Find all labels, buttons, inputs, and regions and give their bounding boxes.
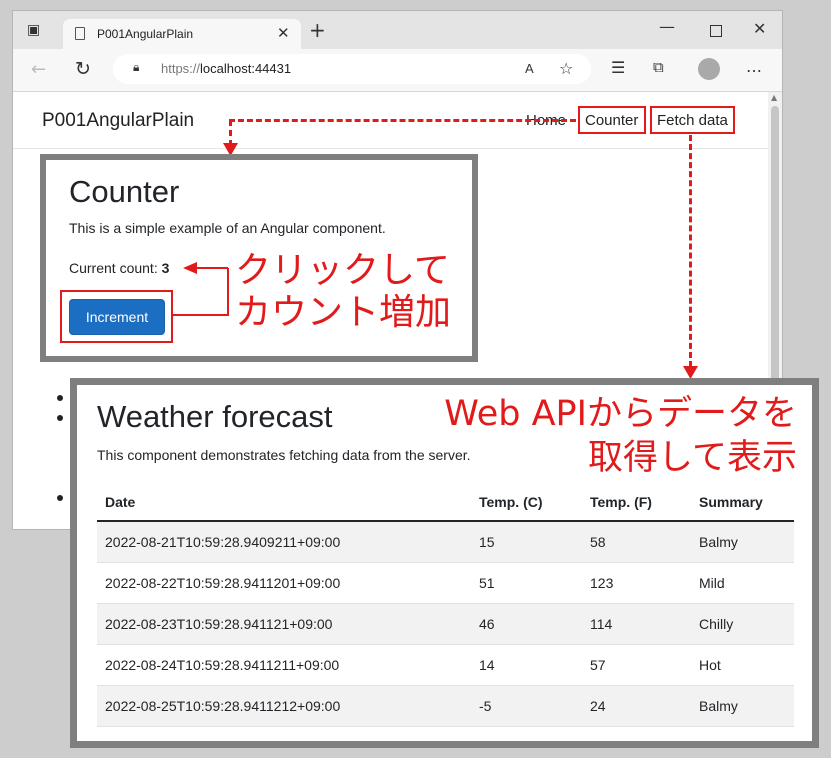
favorite-star-icon[interactable]: ☆ — [559, 59, 573, 78]
arrowhead-icon — [183, 262, 197, 274]
cell-temp-f: 114 — [590, 615, 613, 632]
minimize-icon[interactable]: — — [659, 17, 675, 36]
column-header-summary: Summary — [699, 493, 763, 510]
collections-icon[interactable]: ⧉ — [653, 58, 664, 76]
new-tab-icon[interactable]: + — [309, 18, 326, 42]
cell-temp-c: 46 — [479, 615, 495, 632]
favorites-icon[interactable]: ☰ — [611, 58, 625, 77]
url-scheme: https:// — [161, 61, 201, 76]
current-count: Current count: 3 — [69, 260, 169, 276]
close-window-icon[interactable]: ✕ — [753, 19, 766, 38]
table-row: 2022-08-25T10:59:28.9411212+09:00 -5 24 … — [97, 685, 794, 726]
cell-date: 2022-08-21T10:59:28.9409211+09:00 — [105, 533, 341, 550]
cell-summary: Hot — [699, 656, 721, 673]
url-host: localhost:44431 — [200, 61, 292, 76]
current-count-value: 3 — [161, 260, 170, 276]
annotation-click: クリックして カウント増加 — [235, 250, 451, 334]
maximize-icon[interactable] — [710, 25, 722, 37]
annotation-web-api-line2: 取得して表示 — [588, 438, 797, 478]
weather-description: This component demonstrates fetching dat… — [97, 447, 471, 463]
tab-actions-icon[interactable]: ▣ — [27, 22, 40, 38]
list-bullet — [57, 415, 63, 421]
app-brand[interactable]: P001AngularPlain — [42, 110, 194, 132]
dashed-arrow-line — [229, 119, 576, 122]
url-text: https://localhost:44431 — [161, 61, 291, 76]
cell-summary: Mild — [699, 574, 725, 591]
more-menu-icon[interactable]: … — [746, 57, 763, 76]
column-header-temp-f: Temp. (F) — [590, 493, 652, 510]
column-header-temp-c: Temp. (C) — [479, 493, 543, 510]
annotation-web-api-line1: Web APIからデータを — [444, 394, 797, 434]
cell-temp-c: -5 — [479, 697, 492, 714]
highlight-box-counter — [578, 106, 646, 134]
cell-summary: Balmy — [699, 697, 738, 714]
cell-summary: Balmy — [699, 533, 738, 550]
cell-date: 2022-08-25T10:59:28.9411212+09:00 — [105, 697, 341, 714]
url-field[interactable]: 🔒︎ https://localhost:44431 A ☆ — [113, 54, 591, 84]
cell-temp-f: 57 — [590, 656, 606, 673]
read-aloud-icon[interactable]: A — [525, 61, 534, 76]
cell-summary: Chilly — [699, 615, 734, 632]
cell-temp-c: 51 — [479, 574, 495, 591]
cell-date: 2022-08-22T10:59:28.9411201+09:00 — [105, 574, 341, 591]
annotation-connector — [172, 314, 228, 316]
lock-icon: 🔒︎ — [133, 60, 140, 74]
counter-description: This is a simple example of an Angular c… — [69, 220, 386, 236]
list-bullet — [57, 495, 63, 501]
cell-temp-c: 14 — [479, 656, 495, 673]
table-header-row: Date Temp. (C) Temp. (F) Summary — [97, 483, 794, 521]
annotation-click-line2: カウント増加 — [235, 292, 452, 333]
cell-temp-f: 123 — [590, 574, 614, 591]
table-row: 2022-08-23T10:59:28.941121+09:00 46 114 … — [97, 603, 794, 644]
profile-avatar-icon[interactable] — [698, 58, 720, 80]
annotation-click-line1: クリックして — [235, 250, 450, 291]
cell-date: 2022-08-23T10:59:28.941121+09:00 — [105, 615, 333, 632]
cell-date: 2022-08-24T10:59:28.9411211+09:00 — [105, 656, 340, 673]
dashed-arrow-line — [689, 135, 692, 367]
table-row: 2022-08-21T10:59:28.9409211+09:00 15 58 … — [97, 521, 794, 562]
tab-close-icon[interactable]: ✕ — [277, 24, 290, 42]
tab-active[interactable]: P001AngularPlain ✕ — [63, 19, 301, 49]
list-bullet — [57, 395, 63, 401]
highlight-box-fetch-data — [650, 106, 735, 134]
annotation-web-api: Web APIからデータを 取得して表示 — [444, 392, 797, 480]
back-icon[interactable]: ← — [31, 59, 46, 80]
tab-bar: ▣ P001AngularPlain ✕ + — ✕ — [13, 11, 782, 49]
counter-title: Counter — [69, 174, 180, 209]
cell-temp-f: 58 — [590, 533, 606, 550]
scroll-up-icon[interactable]: ▲ — [771, 93, 777, 102]
annotation-connector — [196, 267, 228, 269]
cell-temp-f: 24 — [590, 697, 606, 714]
forecast-table: Date Temp. (C) Temp. (F) Summary 2022-08… — [97, 483, 794, 727]
weather-title: Weather forecast — [97, 399, 333, 434]
cell-temp-c: 15 — [479, 533, 495, 550]
tab-title: P001AngularPlain — [97, 27, 194, 41]
current-count-label: Current count: — [69, 260, 162, 276]
column-header-date: Date — [105, 493, 136, 510]
table-row: 2022-08-22T10:59:28.9411201+09:00 51 123… — [97, 562, 794, 603]
favicon-icon — [75, 27, 85, 40]
table-row: 2022-08-24T10:59:28.9411211+09:00 14 57 … — [97, 644, 794, 685]
increment-button[interactable]: Increment — [69, 299, 165, 335]
address-bar: ← ↻ 🔒︎ https://localhost:44431 A ☆ ☰ ⧉ … — [13, 49, 782, 92]
refresh-icon[interactable]: ↻ — [75, 58, 91, 80]
annotation-connector — [227, 268, 229, 316]
